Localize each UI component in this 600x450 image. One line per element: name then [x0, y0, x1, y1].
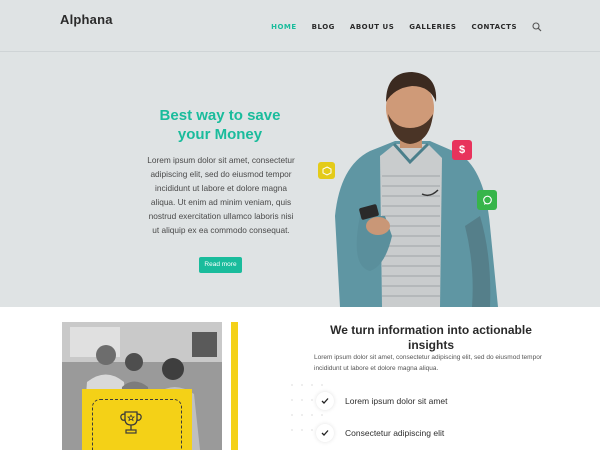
accent-bar	[231, 322, 238, 450]
nav-item-home[interactable]: HOME	[271, 23, 297, 31]
nav-item-galleries[interactable]: GALLERIES	[409, 23, 456, 31]
dollar-icon: $	[452, 140, 472, 160]
nav-item-contacts[interactable]: CONTACTS	[471, 23, 517, 31]
search-icon[interactable]	[532, 22, 542, 32]
checklist-item: Lorem ipsum dolor sit amet	[316, 392, 448, 410]
hero-section: Best way to save your Money Lorem ipsum …	[0, 52, 600, 307]
trophy-icon	[120, 411, 142, 434]
insights-title: We turn information into actionable insi…	[330, 323, 532, 352]
insights-section: We turn information into actionable insi…	[0, 307, 600, 450]
hero-title: Best way to save your Money	[159, 107, 281, 143]
checklist-label: Consectetur adipiscing elit	[345, 428, 445, 438]
hero-text: Lorem ipsum dolor sit amet, consectetur …	[147, 155, 295, 235]
check-icon	[316, 424, 334, 442]
nav-item-blog[interactable]: BLOG	[312, 23, 335, 31]
nav-item-about-us[interactable]: ABOUT US	[350, 23, 394, 31]
main-nav: HOME BLOG ABOUT US GALLERIES CONTACTS	[271, 22, 542, 32]
site-header: Alphana HOME BLOG ABOUT US GALLERIES CON…	[0, 0, 600, 52]
checklist-label: Lorem ipsum dolor sit amet	[345, 396, 448, 406]
trophy-card	[82, 389, 192, 450]
insights-text: Lorem ipsum dolor sit amet, consectetur …	[314, 354, 542, 372]
checklist-item: Consectetur adipiscing elit	[316, 424, 444, 442]
site-logo[interactable]: Alphana	[60, 12, 113, 27]
read-more-button[interactable]: Read more	[199, 257, 242, 273]
hero-person-image	[335, 72, 498, 307]
chat-icon	[477, 190, 497, 210]
check-icon	[316, 392, 334, 410]
box-icon	[318, 162, 335, 179]
